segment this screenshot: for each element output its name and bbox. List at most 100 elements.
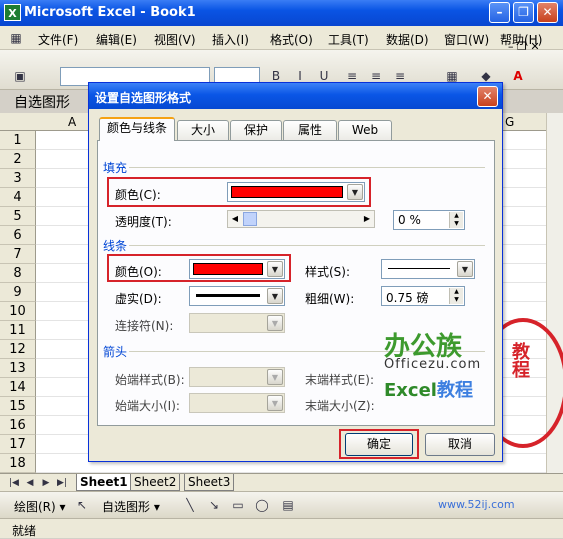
spin-down-icon[interactable]: ▼ <box>450 296 463 304</box>
menu-edit[interactable]: 编辑(E) <box>96 31 137 48</box>
dash-dropdown[interactable]: ▼ <box>189 286 285 306</box>
oval-tool-icon[interactable]: ◯ <box>254 497 270 513</box>
fill-color-label: 颜色(C): <box>115 188 161 202</box>
begin-style-dropdown: ▼ <box>189 367 285 387</box>
excel-icon: X <box>4 4 21 21</box>
end-style-label: 末端样式(E): <box>305 373 374 387</box>
dash-preview <box>196 294 260 297</box>
menu-window[interactable]: 窗口(W) <box>444 31 489 48</box>
close-button[interactable]: ✕ <box>537 2 558 23</box>
row-header-7[interactable]: 7 <box>0 245 36 264</box>
cancel-button[interactable]: 取消 <box>425 433 495 456</box>
row-header-12[interactable]: 12 <box>0 340 36 359</box>
menu-data[interactable]: 数据(D) <box>386 31 429 48</box>
tab-prev-icon[interactable]: ◀ <box>22 475 38 491</box>
sheet-tab-1[interactable]: Sheet1 <box>76 474 132 491</box>
line-section-title: 线条 <box>103 239 128 253</box>
transparency-slider[interactable]: ◀ ▶ <box>227 210 375 228</box>
slider-right-icon[interactable]: ▶ <box>360 211 374 227</box>
menu-tools[interactable]: 工具(T) <box>328 31 369 48</box>
row-header-5[interactable]: 5 <box>0 207 36 226</box>
row-header-3[interactable]: 3 <box>0 169 36 188</box>
spinner-buttons[interactable]: ▲ ▼ <box>449 212 463 228</box>
spin-down-icon[interactable]: ▼ <box>450 220 463 228</box>
select-pointer-icon[interactable]: ↖ <box>74 497 90 513</box>
row-header-1[interactable]: 1 <box>0 131 36 150</box>
chevron-down-icon[interactable]: ▼ <box>457 261 473 277</box>
row-header-17[interactable]: 17 <box>0 435 36 454</box>
status-text: 就绪 <box>12 524 37 538</box>
row-header-8[interactable]: 8 <box>0 264 36 283</box>
row-header-2[interactable]: 2 <box>0 150 36 169</box>
officezu-logo: 办公族 Officezu.com Excel教程 <box>378 326 484 426</box>
menu-file[interactable]: 文件(F) <box>38 31 78 48</box>
menu-view[interactable]: 视图(V) <box>154 31 196 48</box>
tab-colors-lines[interactable]: 颜色与线条 <box>99 117 175 141</box>
column-header-a[interactable]: A <box>68 115 76 129</box>
textbox-tool-icon[interactable]: ▤ <box>280 497 296 513</box>
tab-next-icon[interactable]: ▶ <box>38 475 54 491</box>
tab-web[interactable]: Web <box>338 120 392 140</box>
line-color-swatch <box>193 263 263 275</box>
fill-color-swatch <box>231 186 343 198</box>
row-header-4[interactable]: 4 <box>0 188 36 207</box>
row-header-18[interactable]: 18 <box>0 454 36 473</box>
arrow-tool-icon[interactable]: ↘ <box>206 497 222 513</box>
fill-color-dropdown[interactable]: ▼ <box>227 182 365 202</box>
chevron-down-icon[interactable]: ▼ <box>267 261 283 277</box>
menu-insert[interactable]: 插入(I) <box>212 31 249 48</box>
chevron-down-icon[interactable]: ▼ <box>347 184 363 200</box>
transparency-spinner[interactable]: 0 % ▲ ▼ <box>393 210 465 230</box>
transparency-value: 0 % <box>398 213 421 227</box>
drawing-toolbar: 绘图(R) ▾ ↖ 自选图形 ▾ ╲ ↘ ▭ ◯ ▤ www.52ij.com <box>0 491 563 518</box>
begin-size-label: 始端大小(I): <box>115 399 180 413</box>
end-size-label: 末端大小(Z): <box>305 399 375 413</box>
window-title: Microsoft Excel - Book1 <box>24 5 196 20</box>
row-header-11[interactable]: 11 <box>0 321 36 340</box>
row-header-15[interactable]: 15 <box>0 397 36 416</box>
line-color-dropdown[interactable]: ▼ <box>189 259 285 279</box>
spin-up-icon[interactable]: ▲ <box>450 212 463 220</box>
connector-label: 连接符(N): <box>115 319 174 333</box>
sheet-tab-2[interactable]: Sheet2 <box>130 474 181 491</box>
spin-up-icon[interactable]: ▲ <box>450 288 463 296</box>
tab-size[interactable]: 大小 <box>177 120 229 140</box>
tab-last-icon[interactable]: ▶| <box>54 475 70 491</box>
chevron-down-icon: ▼ <box>267 369 283 385</box>
chevron-down-icon[interactable]: ▼ <box>267 288 283 304</box>
logo-line3: Excel教程 <box>384 380 473 401</box>
slider-thumb[interactable] <box>243 212 257 226</box>
save-icon[interactable]: ▣ <box>12 68 28 84</box>
line-color-label: 颜色(O): <box>115 265 162 279</box>
rectangle-tool-icon[interactable]: ▭ <box>230 497 246 513</box>
row-header-13[interactable]: 13 <box>0 359 36 378</box>
line-tool-icon[interactable]: ╲ <box>182 497 198 513</box>
row-header-6[interactable]: 6 <box>0 226 36 245</box>
row-header-10[interactable]: 10 <box>0 302 36 321</box>
draw-menu-button[interactable]: 绘图(R) ▾ <box>14 498 66 515</box>
sheet-tab-3[interactable]: Sheet3 <box>184 474 235 491</box>
tab-first-icon[interactable]: |◀ <box>6 475 22 491</box>
slider-left-icon[interactable]: ◀ <box>228 211 242 227</box>
connector-dropdown: ▼ <box>189 313 285 333</box>
row-header-9[interactable]: 9 <box>0 283 36 302</box>
row-header-14[interactable]: 14 <box>0 378 36 397</box>
font-color-icon[interactable]: A <box>510 68 526 84</box>
line-style-dropdown[interactable]: ▼ <box>381 259 475 279</box>
minimize-button[interactable]: – <box>489 2 510 23</box>
tab-properties[interactable]: 属性 <box>283 120 337 140</box>
column-header-g[interactable]: G <box>505 115 514 129</box>
dialog-close-button[interactable]: ✕ <box>477 86 498 107</box>
weight-spinner[interactable]: 0.75 磅 ▲ ▼ <box>381 286 465 306</box>
window-title-bar: X Microsoft Excel - Book1 – ❐ ✕ <box>0 0 563 26</box>
name-box[interactable]: 自选图形 <box>14 92 70 112</box>
ok-button[interactable]: 确定 <box>345 433 413 456</box>
restore-button[interactable]: ❐ <box>513 2 534 23</box>
tab-protection[interactable]: 保护 <box>230 120 282 140</box>
logo-line2: Officezu.com <box>384 357 482 372</box>
row-header-16[interactable]: 16 <box>0 416 36 435</box>
autoshape-menu-button[interactable]: 自选图形 ▾ <box>102 498 160 515</box>
spinner-buttons[interactable]: ▲ ▼ <box>449 288 463 304</box>
menu-format[interactable]: 格式(O) <box>270 31 313 48</box>
line-style-label: 样式(S): <box>305 265 351 279</box>
